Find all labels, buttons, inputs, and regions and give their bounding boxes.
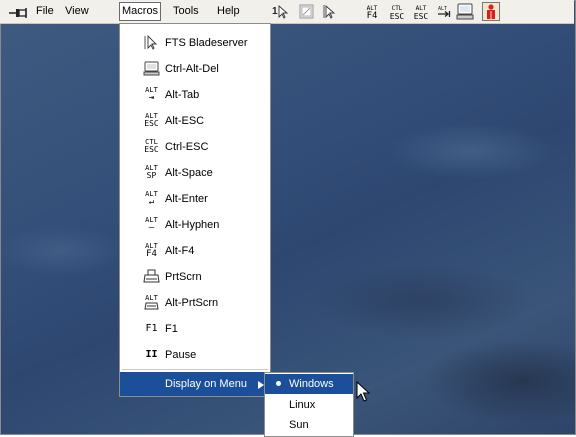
alt-f4-icon: ALT F4 <box>143 243 160 259</box>
menu-item-label: Alt-Enter <box>165 193 208 205</box>
macros-dropdown: FTS Bladeserver Ctrl-Alt-Del ALT ⇥ Alt-T… <box>119 23 271 397</box>
menu-item-label: PrtScrn <box>165 271 202 283</box>
glyph-bottom: ESC <box>144 119 159 128</box>
pointer-icon[interactable] <box>322 4 338 19</box>
menu-item-label: Alt-ESC <box>165 115 205 127</box>
svg-text:ALT: ALT <box>438 6 447 12</box>
submenu-item-label: Linux <box>289 399 316 411</box>
menu-macros[interactable]: Macros <box>119 2 162 21</box>
menu-item-alt-space[interactable]: ALT SP Alt-Space <box>120 161 270 185</box>
desktop-background <box>0 0 576 435</box>
menu-item-label: F1 <box>165 323 178 335</box>
menu-item-f1[interactable]: F1 F1 <box>120 317 270 341</box>
menu-item-label: Alt-F4 <box>165 245 195 257</box>
menu-item-fts-bladeserver[interactable]: FTS Bladeserver <box>120 31 270 55</box>
glyph-bottom: ESC <box>144 145 159 154</box>
menu-item-pause[interactable]: II Pause <box>120 343 270 367</box>
submenu-item-windows[interactable]: Windows <box>265 374 353 394</box>
menu-item-label: Ctrl-ESC <box>165 141 209 153</box>
display-os-submenu: Windows Linux Sun <box>264 372 354 437</box>
alt-esc-icon: ALT ESC <box>143 113 160 128</box>
glyph-bottom: F4 <box>146 249 157 259</box>
glyph-bottom: — <box>148 223 155 233</box>
alt-hyphen-icon: ALT — <box>143 217 160 233</box>
ctl-esc-icon: CTL ESC <box>143 139 160 154</box>
alt-esc-top: ALT <box>415 5 427 12</box>
monitor-icon <box>143 61 160 76</box>
menu-item-label: Alt-PrtScrn <box>165 297 219 309</box>
alt-space-icon: ALT SP <box>143 165 160 180</box>
radio-selected-icon <box>276 381 281 386</box>
printer-icon <box>143 269 160 284</box>
menu-item-ctrl-alt-del[interactable]: Ctrl-Alt-Del <box>120 57 270 81</box>
alt-f4-icon[interactable]: ALT F4 <box>365 5 379 21</box>
alt-f4-bottom: F4 <box>366 11 378 21</box>
ctl-esc-icon[interactable]: CTL ESC <box>389 5 405 21</box>
submenu-item-label: Windows <box>289 378 334 390</box>
alt-tab-icon[interactable]: ALT <box>437 4 451 19</box>
monitor-icon[interactable] <box>456 3 474 20</box>
menu-file[interactable]: File <box>36 0 54 23</box>
menu-item-alt-hyphen[interactable]: ALT — Alt-Hyphen <box>120 213 270 237</box>
menu-item-prtscrn[interactable]: PrtScrn <box>120 265 270 289</box>
menu-item-label: Alt-Tab <box>165 89 200 101</box>
menu-item-label: Ctrl-Alt-Del <box>165 63 219 75</box>
menu-item-label: Display on Menu <box>165 378 247 390</box>
scale-icon[interactable] <box>299 4 314 19</box>
pointer-icon <box>143 34 160 50</box>
menu-item-alt-tab[interactable]: ALT ⇥ Alt-Tab <box>120 83 270 107</box>
svg-text:1: 1 <box>272 6 278 17</box>
menu-item-alt-f4[interactable]: ALT F4 Alt-F4 <box>120 239 270 263</box>
alt-enter-icon: ALT ↵ <box>143 191 160 207</box>
menu-item-display-on-menu[interactable]: Display on Menu <box>120 372 270 396</box>
glyph-bottom: ⇥ <box>148 93 155 103</box>
ctl-esc-top: CTL <box>391 5 403 12</box>
submenu-item-linux[interactable]: Linux <box>265 395 353 415</box>
pin-icon[interactable] <box>9 5 29 18</box>
alt-tab-icon: ALT ⇥ <box>143 87 160 103</box>
alt-esc-icon[interactable]: ALT ESC <box>413 5 429 21</box>
pause-icon: II <box>145 349 158 360</box>
menu-item-label: FTS Bladeserver <box>165 37 248 49</box>
menu-item-ctrl-esc[interactable]: CTL ESC Ctrl-ESC <box>120 135 270 159</box>
toolbar: File View Macros Tools Help 1 ALT F4 CTL… <box>0 0 574 24</box>
f1-icon: F1 <box>145 323 158 334</box>
alt-esc-bottom: ESC <box>413 12 429 21</box>
mouse-cursor-icon <box>356 380 371 406</box>
submenu-item-sun[interactable]: Sun <box>265 415 353 435</box>
menu-item-alt-prtscrn[interactable]: ALT Alt-PrtScrn <box>120 291 270 315</box>
alt-printer-icon: ALT <box>143 295 160 310</box>
menu-item-label: Pause <box>165 349 197 361</box>
menu-view[interactable]: View <box>65 0 89 23</box>
person-icon[interactable] <box>482 2 500 21</box>
submenu-item-label: Sun <box>289 419 309 431</box>
menu-tools[interactable]: Tools <box>173 0 199 23</box>
menu-item-label: Alt-Space <box>165 167 213 179</box>
glyph-bottom: ↵ <box>148 197 155 207</box>
menu-help[interactable]: Help <box>217 0 240 23</box>
glyph-bottom: SP <box>146 171 157 180</box>
menu-separator <box>122 369 268 370</box>
glyph-top: ALT <box>145 294 158 302</box>
menu-item-alt-enter[interactable]: ALT ↵ Alt-Enter <box>120 187 270 211</box>
menu-item-label: Alt-Hyphen <box>165 219 220 231</box>
ctl-esc-bottom: ESC <box>389 12 405 21</box>
single-cursor-icon[interactable]: 1 <box>272 4 290 19</box>
menu-item-alt-esc[interactable]: ALT ESC Alt-ESC <box>120 109 270 133</box>
